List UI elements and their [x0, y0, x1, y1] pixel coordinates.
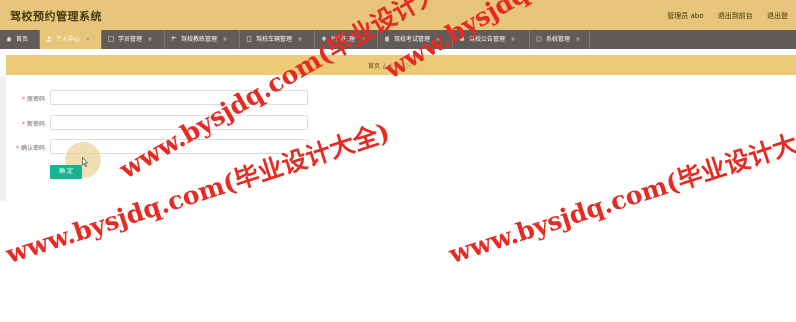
- nav-label: 驾校车辆管理: [256, 36, 293, 43]
- home-icon: [6, 36, 12, 42]
- chevron-down-icon: ▼: [436, 37, 440, 43]
- breadcrumb-separator: /: [382, 63, 385, 70]
- nav-item-appointments[interactable]: 预约管理 ▼: [315, 30, 378, 49]
- field-label: 新密码: [26, 121, 45, 128]
- chevron-down-icon: ▼: [223, 37, 227, 43]
- new-password-label: * 新密码: [0, 119, 45, 128]
- header-links: 管理员 abo 退出到前台 退出登: [667, 11, 796, 21]
- nav-label: 驾校公告管理: [469, 36, 506, 43]
- nav-label: 系统管理: [546, 36, 571, 43]
- mouse-cursor-icon: [82, 157, 88, 167]
- nav-item-students[interactable]: 学员管理 ▼: [102, 30, 165, 49]
- document-icon: [385, 36, 389, 42]
- watermark-text: www.bysjdq.com(毕业设计大全): [445, 117, 796, 270]
- chevron-down-icon: ▼: [361, 37, 365, 43]
- nav-label: 驾校考试管理: [394, 36, 431, 43]
- confirm-button[interactable]: 确 定: [50, 165, 82, 179]
- chevron-down-icon: ▼: [86, 37, 90, 43]
- users-icon: [108, 36, 114, 42]
- watermark-text: www.bysjdq.com(毕业设计大全): [2, 117, 394, 270]
- nav-label: 预约管理: [331, 36, 356, 43]
- nav-label: 首页: [16, 36, 29, 43]
- required-mark: *: [21, 121, 25, 128]
- user-icon: [46, 36, 52, 42]
- app-title: 驾校预约管理系统: [10, 10, 102, 23]
- settings-icon: [536, 36, 542, 42]
- location-icon: [322, 36, 326, 42]
- nav-item-profile[interactable]: 个人中心 ▼: [40, 30, 102, 49]
- app-header: 驾校预约管理系统 管理员 abo 退出到前台 退出登: [0, 0, 796, 30]
- flag-icon: [171, 36, 177, 42]
- nav-item-exams[interactable]: 驾校考试管理 ▼: [378, 30, 453, 49]
- field-label: 原密码: [26, 96, 45, 103]
- confirm-password-label: * 确认密码: [0, 143, 45, 152]
- bell-icon: [459, 36, 465, 42]
- chevron-down-icon: ▼: [576, 37, 580, 43]
- breadcrumb-bar: 首页 / 修改密码: [6, 55, 796, 75]
- nav-label: 学员管理: [118, 36, 143, 43]
- exit-to-frontend-link[interactable]: 退出到前台: [718, 12, 753, 20]
- nav-item-system[interactable]: 系统管理 ▼: [530, 30, 590, 49]
- top-nav: 首页 个人中心 ▼ 学员管理 ▼ 驾校教练管理 ▼ 驾校车辆管理 ▼ 预约管理 ▼ 驾校考…: [0, 30, 796, 49]
- old-password-input[interactable]: [50, 90, 308, 105]
- nav-label: 驾校教练管理: [181, 36, 218, 43]
- old-password-label: * 原密码: [0, 94, 45, 103]
- nav-item-coaches[interactable]: 驾校教练管理 ▼: [165, 30, 240, 49]
- page: 驾校预约管理系统 管理员 abo 退出到前台 退出登 首页 个人中心 ▼ 学员管理…: [0, 0, 796, 322]
- nav-item-home[interactable]: 首页: [0, 30, 40, 49]
- nav-label: 个人中心: [56, 36, 81, 43]
- new-password-input[interactable]: [50, 115, 308, 130]
- breadcrumb: 首页 / 修改密码: [368, 61, 412, 70]
- nav-item-vehicles[interactable]: 驾校车辆管理 ▼: [240, 30, 315, 49]
- car-icon: [246, 36, 252, 42]
- nav-item-notices[interactable]: 驾校公告管理 ▼: [453, 30, 530, 49]
- chevron-down-icon: ▼: [511, 37, 515, 43]
- breadcrumb-current: 修改密码: [387, 63, 412, 70]
- field-label: 确认密码: [20, 145, 45, 152]
- chevron-down-icon: ▼: [298, 37, 302, 43]
- chevron-down-icon: ▼: [148, 37, 152, 43]
- logout-link[interactable]: 退出登: [767, 12, 788, 20]
- required-mark: *: [15, 145, 19, 152]
- required-mark: *: [21, 96, 25, 103]
- admin-user-link[interactable]: 管理员 abo: [667, 12, 703, 20]
- breadcrumb-home[interactable]: 首页: [368, 63, 380, 70]
